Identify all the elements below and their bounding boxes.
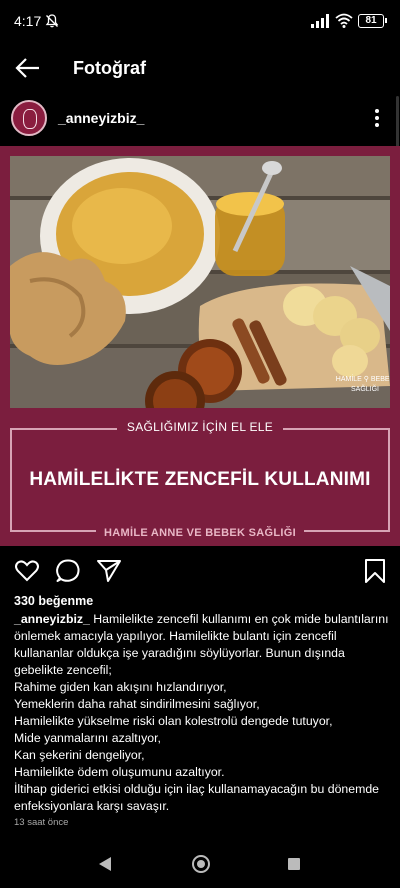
- banner-footer-text: HAMİLE ANNE VE BEBEK SAĞLIĞI: [96, 527, 304, 539]
- caption-username[interactable]: _anneyizbiz_: [14, 612, 90, 626]
- likes-count[interactable]: 330 beğenme: [14, 594, 93, 608]
- nav-back-icon[interactable]: [98, 856, 112, 872]
- system-nav-bar: [0, 848, 400, 888]
- battery-icon: 81: [358, 14, 387, 28]
- post-header: _anneyizbiz_: [0, 100, 400, 140]
- bell-off-icon: [45, 14, 59, 28]
- caption-line: İltihap giderici etkisi olduğu için ilaç…: [14, 782, 380, 813]
- more-vertical-icon[interactable]: [370, 109, 384, 129]
- avatar[interactable]: [11, 100, 47, 136]
- watermark-line2: SAĞLIĞI: [351, 384, 379, 393]
- post-caption: _anneyizbiz_ Hamilelikte zencefil kullan…: [14, 611, 390, 815]
- status-time: 4:17: [14, 13, 42, 29]
- watermark-line1: HAMİLE ⚲ BEBEK: [336, 374, 390, 383]
- signal-icon: [311, 14, 329, 28]
- nav-recents-icon[interactable]: [288, 858, 300, 870]
- bookmark-icon[interactable]: [362, 558, 388, 584]
- post-timestamp: 13 saat önce: [14, 817, 69, 828]
- back-arrow-icon[interactable]: [14, 56, 42, 80]
- wifi-icon: [335, 13, 353, 28]
- post-actions: [0, 556, 400, 586]
- caption-line: Yemeklerin daha rahat sindirilmesini sağ…: [14, 697, 260, 711]
- banner-tagline: SAĞLIĞIMIZ İÇİN EL ELE: [0, 418, 400, 436]
- post-username[interactable]: _anneyizbiz_: [58, 110, 144, 126]
- nav-home-icon[interactable]: [192, 855, 210, 873]
- banner-tagline-text: SAĞLIĞIMIZ İÇİN EL ELE: [116, 420, 284, 434]
- heart-icon[interactable]: [14, 558, 40, 584]
- status-bar: 4:17 81: [0, 0, 400, 44]
- caption-line: Hamilelikte ödem oluşumunu azaltıyor.: [14, 765, 225, 779]
- app-bar: Fotoğraf: [0, 44, 400, 92]
- caption-line: Kan şekerini dengeliyor,: [14, 748, 145, 762]
- share-icon[interactable]: [96, 558, 122, 584]
- page-title: Fotoğraf: [73, 58, 146, 78]
- comment-icon[interactable]: [55, 558, 81, 584]
- banner-footer: HAMİLE ANNE VE BEBEK SAĞLIĞI: [0, 523, 400, 541]
- caption-line: Mide yanmalarını azaltıyor,: [14, 731, 161, 745]
- banner-title: HAMİLELİKTE ZENCEFİL KULLANIMI: [29, 469, 371, 490]
- caption-line: Hamilelikte yükselme riski olan kolestro…: [14, 714, 333, 728]
- caption-line: Rahime giden kan akışını hızlandırıyor,: [14, 680, 227, 694]
